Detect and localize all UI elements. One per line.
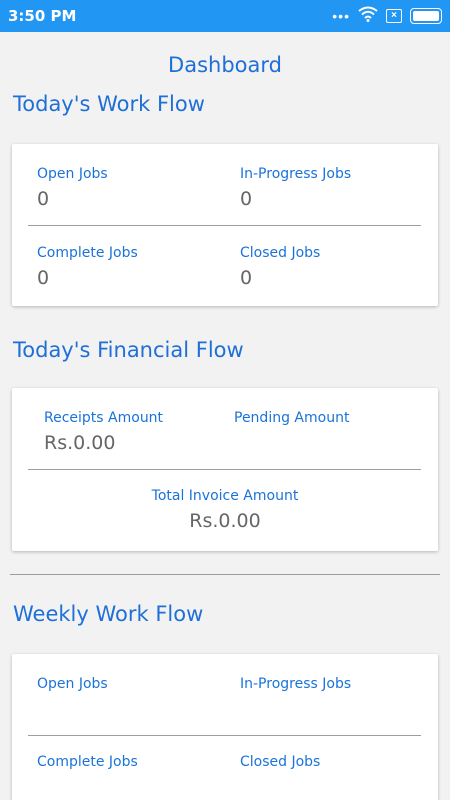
todays-work-flow-title: Today's Work Flow: [13, 92, 205, 116]
weekly-in-progress-jobs[interactable]: In-Progress Jobs: [240, 676, 351, 692]
status-bar: 3:50 PM ••• ×: [0, 0, 450, 32]
todays-financial-flow-card[interactable]: Receipts Amount Rs.0.00 Pending Amount T…: [12, 388, 438, 551]
todays-financial-flow-title: Today's Financial Flow: [13, 338, 244, 362]
total-invoice-amount[interactable]: Total Invoice Amount Rs.0.00: [12, 488, 438, 532]
receipts-amount[interactable]: Receipts Amount Rs.0.00: [44, 410, 163, 454]
status-time: 3:50 PM: [8, 7, 77, 25]
weekly-closed-jobs[interactable]: Closed Jobs: [240, 754, 320, 770]
today-complete-jobs-label: Complete Jobs: [37, 245, 138, 261]
battery-icon: [410, 8, 442, 24]
wifi-icon: [358, 6, 378, 27]
weekly-work-flow-card[interactable]: Open Jobs In-Progress Jobs Complete Jobs…: [12, 654, 438, 800]
status-icons: ••• ×: [324, 6, 442, 26]
total-invoice-amount-value: Rs.0.00: [189, 510, 261, 532]
today-in-progress-jobs[interactable]: In-Progress Jobs 0: [240, 166, 351, 210]
todays-work-flow-card[interactable]: Open Jobs 0 In-Progress Jobs 0 Complete …: [12, 144, 438, 306]
section-divider: [10, 574, 440, 575]
today-in-progress-jobs-value: 0: [240, 188, 253, 210]
no-sim-icon: ×: [386, 9, 402, 23]
today-closed-jobs-label: Closed Jobs: [240, 245, 321, 261]
pending-amount[interactable]: Pending Amount: [234, 410, 349, 432]
today-closed-jobs-value: 0: [240, 267, 253, 289]
today-in-progress-jobs-label: In-Progress Jobs: [240, 166, 352, 182]
weekly-open-jobs[interactable]: Open Jobs: [37, 676, 108, 692]
today-complete-jobs[interactable]: Complete Jobs 0: [37, 245, 138, 289]
today-open-jobs[interactable]: Open Jobs 0: [37, 166, 108, 210]
total-invoice-amount-label: Total Invoice Amount: [151, 488, 299, 504]
more-dots-icon: •••: [332, 8, 350, 24]
receipts-amount-label: Receipts Amount: [44, 410, 164, 426]
today-complete-jobs-value: 0: [37, 267, 50, 289]
card-divider: [28, 735, 421, 736]
weekly-in-progress-jobs-label: In-Progress Jobs: [240, 676, 352, 692]
today-closed-jobs[interactable]: Closed Jobs 0: [240, 245, 320, 289]
weekly-complete-jobs[interactable]: Complete Jobs: [37, 754, 138, 770]
battery-fill: [413, 11, 439, 21]
page-title: Dashboard: [168, 53, 282, 77]
card-divider: [28, 469, 421, 470]
card-divider: [28, 225, 421, 226]
weekly-complete-jobs-label: Complete Jobs: [37, 754, 138, 770]
weekly-open-jobs-label: Open Jobs: [37, 676, 108, 692]
today-open-jobs-label: Open Jobs: [37, 166, 108, 182]
weekly-work-flow-title: Weekly Work Flow: [13, 602, 204, 626]
pending-amount-label: Pending Amount: [234, 410, 350, 426]
today-open-jobs-value: 0: [37, 188, 50, 210]
weekly-closed-jobs-label: Closed Jobs: [240, 754, 321, 770]
receipts-amount-value: Rs.0.00: [44, 432, 116, 454]
